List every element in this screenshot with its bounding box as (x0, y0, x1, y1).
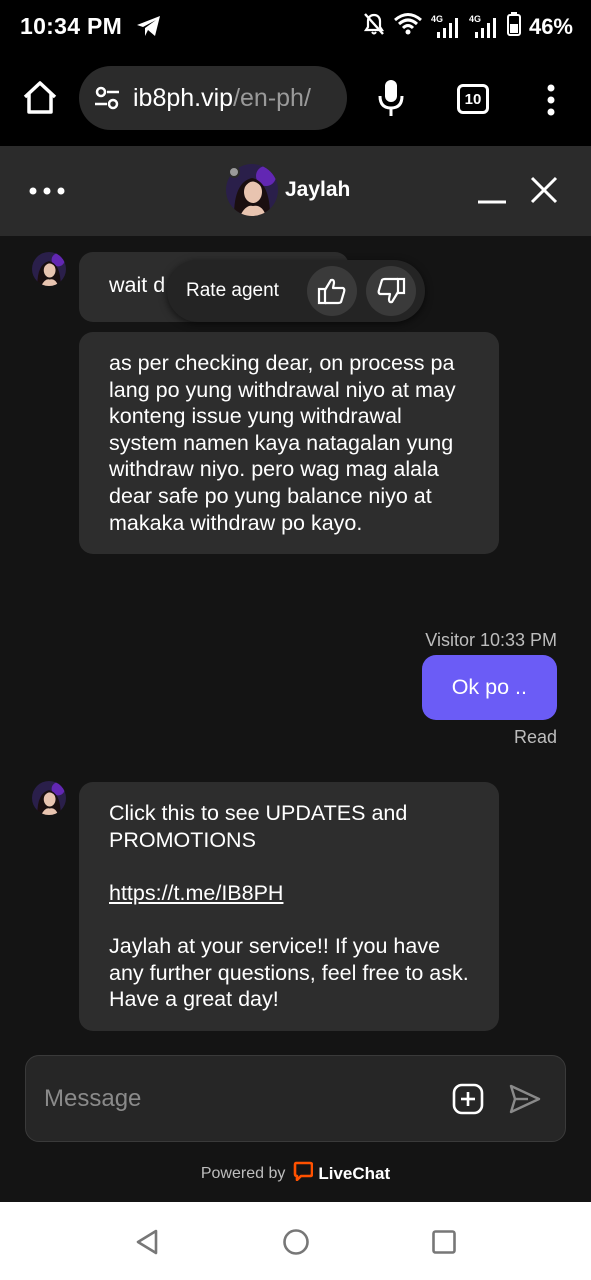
back-icon[interactable] (134, 1228, 160, 1256)
more-horiz-icon[interactable] (28, 184, 66, 198)
site-settings-icon[interactable] (93, 84, 121, 112)
livechat-logo-icon (293, 1161, 314, 1186)
livechat-brand-text: LiveChat (318, 1163, 391, 1183)
url-domain: ib8ph.vip (133, 83, 234, 112)
system-nav-bar (0, 1202, 591, 1280)
minimize-icon[interactable] (476, 176, 508, 206)
url-bar[interactable]: ib8ph.vip/en-ph/ (79, 66, 347, 130)
powered-by-label: Powered by (200, 1164, 286, 1182)
rate-agent-label: Rate agent (186, 280, 279, 301)
signal-4g-icon: 4G (431, 14, 461, 40)
send-icon[interactable] (508, 1083, 542, 1115)
visitor-timestamp: Visitor 10:33 PM (425, 630, 557, 650)
status-time: 10:34 PM (20, 13, 123, 39)
thumbs-up-icon[interactable] (307, 266, 357, 316)
home-icon[interactable] (20, 78, 60, 118)
home-nav-icon[interactable] (282, 1228, 310, 1256)
wifi-icon (393, 12, 423, 41)
agent-avatar-small (32, 252, 66, 286)
recent-apps-icon[interactable] (431, 1229, 457, 1255)
powered-by-footer: Powered by LiveChat (0, 1161, 591, 1186)
microphone-icon[interactable] (375, 78, 407, 118)
tab-switcher-button[interactable]: 10 (457, 84, 489, 114)
agent-message: Click this to see UPDATES and PROMOTIONS… (79, 782, 499, 1031)
agent-avatar-small (32, 781, 66, 815)
chat-header: Jaylah (0, 146, 591, 236)
message-text: Jaylah at your service!! If you have any… (109, 933, 469, 1012)
message-composer (25, 1055, 566, 1142)
message-text: as per checking dear, on process pa lang… (109, 351, 456, 535)
visitor-message: Ok po .. (421, 655, 557, 720)
signal-4g-icon: 4G (469, 14, 499, 40)
read-receipt: Read (513, 727, 557, 747)
message-text: Click this to see UPDATES and PROMOTIONS (109, 801, 408, 852)
battery-percent: 46% (528, 13, 573, 39)
thumbs-down-icon[interactable] (366, 266, 416, 316)
add-attachment-icon[interactable] (452, 1083, 484, 1115)
agent-name: Jaylah (285, 178, 351, 201)
close-icon[interactable] (528, 174, 560, 206)
message-text: wait d (109, 273, 166, 297)
telegram-link[interactable]: https://t.me/IB8PH (109, 881, 283, 905)
browser-toolbar: ib8ph.vip/en-ph/ 10 (0, 54, 591, 146)
mute-icon (363, 12, 385, 41)
message-text: Ok po .. (451, 675, 527, 699)
url-path: /en-ph/ (233, 83, 311, 112)
more-vert-icon[interactable] (540, 80, 562, 120)
telegram-icon (136, 14, 162, 43)
agent-status-dot (228, 166, 240, 178)
agent-message: as per checking dear, on process pa lang… (79, 332, 499, 555)
battery-icon (506, 12, 521, 41)
chat-messages: wait d Rate agent as per checking dear, … (0, 236, 591, 1202)
status-bar: 10:34 PM 4G 4G 46% (0, 0, 591, 54)
rate-agent-popup: Rate agent (167, 260, 425, 322)
message-input[interactable] (44, 1082, 424, 1116)
status-icons: 4G 4G 46% (363, 12, 573, 41)
livechat-brand[interactable]: LiveChat (293, 1161, 390, 1186)
url-text: ib8ph.vip/en-ph/ (133, 84, 311, 113)
